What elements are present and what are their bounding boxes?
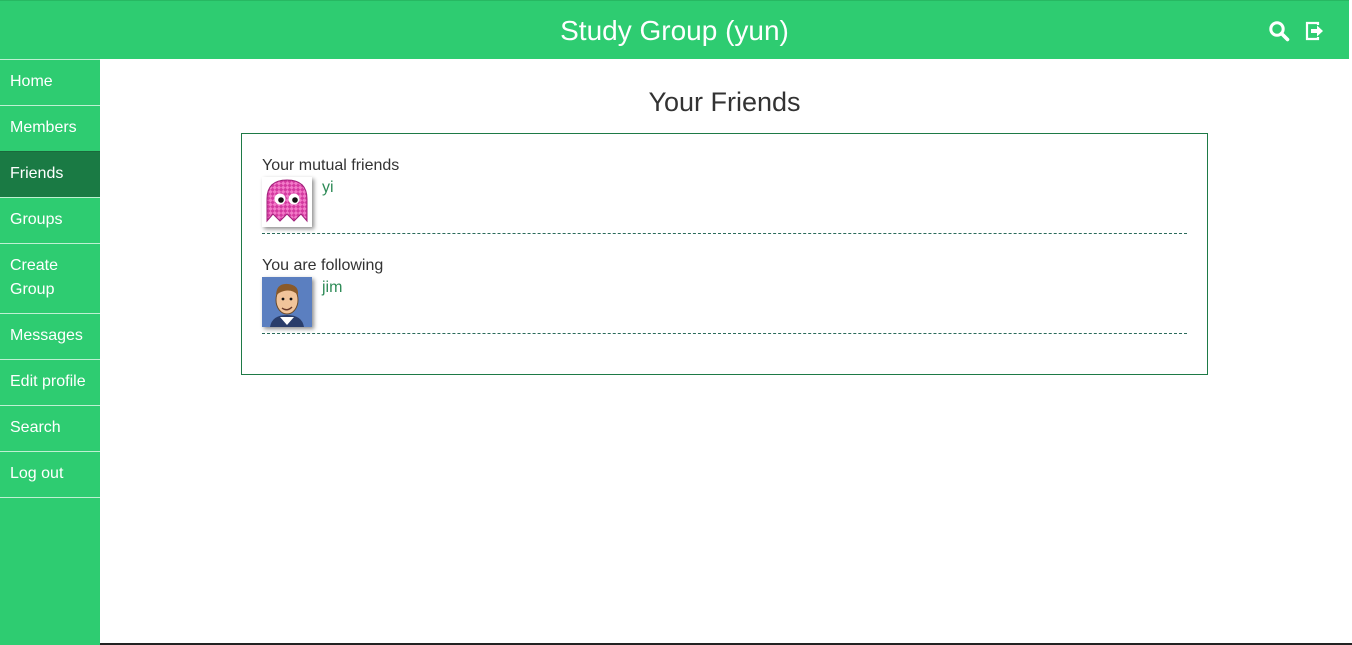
sidebar-item-label: Log out bbox=[10, 465, 64, 482]
friend-link-yi[interactable]: yi bbox=[322, 179, 334, 197]
sidebar-item-friends[interactable]: Friends bbox=[0, 151, 100, 197]
app-title: Study Group (yun) bbox=[560, 15, 789, 46]
sidebar-item-label: Members bbox=[10, 119, 77, 136]
friends-panel: Your mutual friends yi You are following… bbox=[241, 133, 1208, 375]
pink-ghost-avatar[interactable] bbox=[262, 177, 312, 227]
page-title: Your Friends bbox=[648, 87, 801, 117]
app-header: Study Group (yun) bbox=[0, 0, 1349, 59]
sidebar-item-label: Home bbox=[10, 73, 53, 90]
sidebar-item-search[interactable]: Search bbox=[0, 405, 100, 451]
mutual-friends-section: Your mutual friends yi bbox=[262, 156, 1187, 229]
logout-icon[interactable] bbox=[1304, 20, 1326, 42]
sidebar: Home Members Friends Groups Create Group… bbox=[0, 59, 100, 645]
sidebar-item-members[interactable]: Members bbox=[0, 105, 100, 151]
sidebar-item-home[interactable]: Home bbox=[0, 59, 100, 105]
sidebar-item-label: Friends bbox=[10, 165, 64, 182]
sidebar-item-log-out[interactable]: Log out bbox=[0, 451, 100, 498]
search-icon[interactable] bbox=[1268, 20, 1290, 42]
sidebar-item-create-group[interactable]: Create Group bbox=[0, 243, 100, 313]
section-label: You are following bbox=[262, 257, 384, 274]
sidebar-item-label: Groups bbox=[10, 211, 63, 228]
section-label: Your mutual friends bbox=[262, 157, 400, 174]
section-divider bbox=[262, 333, 1187, 334]
sidebar-item-label: Search bbox=[10, 419, 61, 436]
sidebar-item-label: Create Group bbox=[10, 257, 59, 298]
section-divider bbox=[262, 233, 1187, 234]
friend-link-jim[interactable]: jim bbox=[322, 279, 342, 297]
sidebar-item-label: Edit profile bbox=[10, 373, 86, 390]
friend-row: jim bbox=[262, 277, 1187, 329]
sidebar-item-messages[interactable]: Messages bbox=[0, 313, 100, 359]
cartoon-man-avatar[interactable] bbox=[262, 277, 312, 327]
sidebar-item-edit-profile[interactable]: Edit profile bbox=[0, 359, 100, 405]
sidebar-item-groups[interactable]: Groups bbox=[0, 197, 100, 243]
following-section: You are following jim bbox=[262, 256, 1187, 329]
sidebar-item-label: Messages bbox=[10, 327, 83, 344]
friend-row: yi bbox=[262, 177, 1187, 229]
